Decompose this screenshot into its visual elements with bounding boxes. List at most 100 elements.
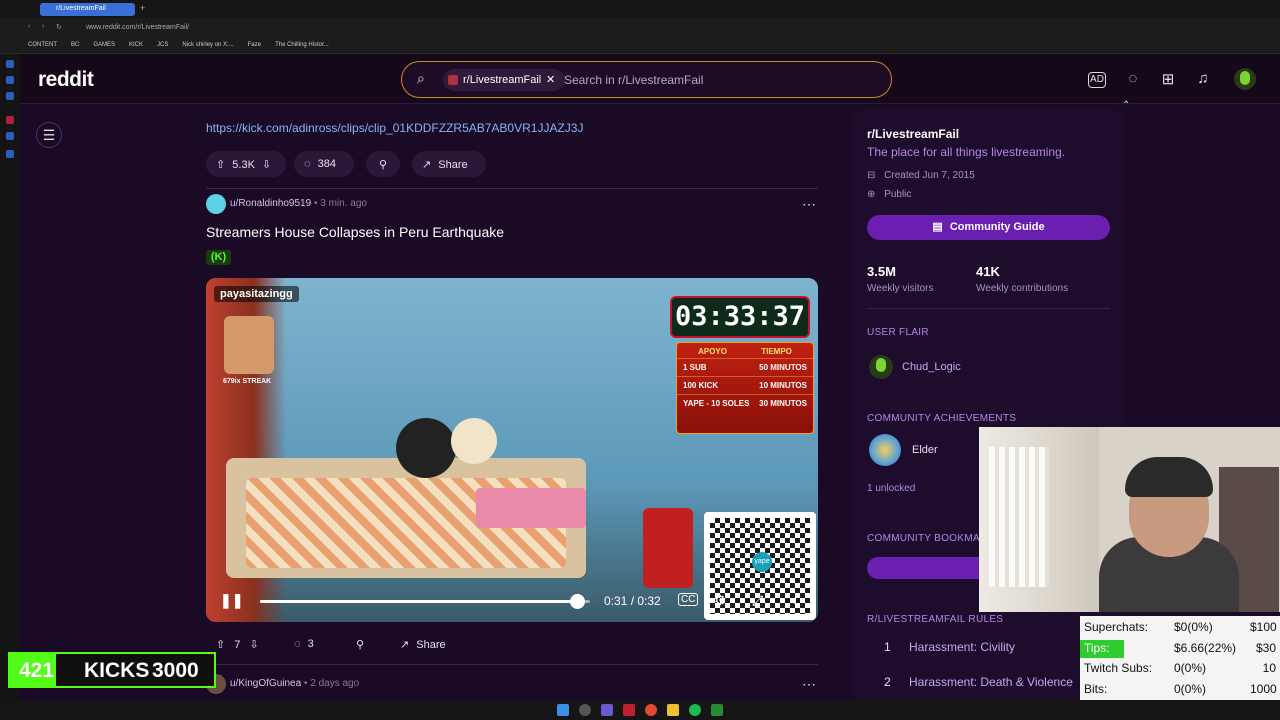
- bookmark-item[interactable]: Faze: [248, 42, 261, 48]
- reddit-logo[interactable]: reddit: [38, 68, 94, 92]
- seek-bar[interactable]: [260, 594, 590, 609]
- windows-start-icon[interactable]: [557, 704, 569, 716]
- search-input[interactable]: Search in r/LivestreamFail: [564, 73, 703, 87]
- achievements-heading: COMMUNITY ACHIEVEMENTS: [867, 413, 1017, 424]
- downvote-icon[interactable]: ⇩: [249, 639, 258, 651]
- avatar[interactable]: [1234, 68, 1256, 90]
- comments-button[interactable]: ◌ 3: [284, 631, 330, 657]
- close-icon[interactable]: ✕: [546, 73, 555, 86]
- goal-target: $100: [1250, 620, 1277, 634]
- stream-timer: 03:33:37: [670, 296, 810, 338]
- goal-target: 1000: [1250, 681, 1277, 696]
- author-name[interactable]: u/KingOfGuinea: [230, 678, 301, 689]
- menu-button[interactable]: ☰: [36, 122, 62, 148]
- new-tab-icon[interactable]: +: [140, 3, 145, 13]
- avatar[interactable]: [206, 194, 226, 214]
- url-field[interactable]: www.reddit.com/r/LivestreamFail/: [86, 24, 189, 31]
- browser-tab-active[interactable]: r/LivestreamFail: [40, 3, 135, 16]
- subreddit-icon: [448, 75, 458, 85]
- kicks-goal: 3000: [152, 659, 199, 682]
- teams-icon[interactable]: [601, 704, 613, 716]
- more-options-icon[interactable]: ⋯: [802, 676, 816, 693]
- fullscreen-icon[interactable]: ⤢: [752, 592, 763, 609]
- spotify-icon[interactable]: [689, 704, 701, 716]
- post-title[interactable]: Streamers House Collapses in Peru Earthq…: [206, 224, 504, 240]
- user-flair-name[interactable]: Chud_Logic: [902, 361, 961, 373]
- post2-action-bar: ⇧ 7 ⇩ ◌ 3 ⚲ ↗ Share: [206, 631, 606, 657]
- community-guide-button[interactable]: ▤ Community Guide: [867, 215, 1110, 240]
- back-icon[interactable]: ‹: [28, 23, 30, 30]
- divider: [206, 664, 818, 665]
- goal-label: Superchats:: [1084, 620, 1149, 634]
- upvote-icon[interactable]: ⇧: [216, 639, 225, 651]
- visibility-row: ⊕ Public: [867, 189, 911, 200]
- share-icon: ↗: [422, 159, 432, 171]
- goal-label: Tips:: [1084, 640, 1110, 655]
- visibility-label: Public: [884, 189, 912, 200]
- notifications-icon[interactable]: ♫: [1193, 70, 1213, 90]
- bookmark-item[interactable]: The Chilling Histor...: [275, 42, 329, 48]
- more-options-icon[interactable]: ⋯: [802, 196, 816, 213]
- divider: [867, 308, 1110, 309]
- reload-icon[interactable]: ↻: [56, 23, 62, 31]
- goal-value: $0(0%): [1174, 620, 1213, 634]
- share-button[interactable]: ↗ Share: [412, 151, 486, 177]
- rule-text: Harassment: Death & Violence: [909, 675, 1073, 689]
- award-button[interactable]: ⚲: [346, 631, 380, 657]
- contributions-value: 41K: [976, 264, 1000, 279]
- video-player[interactable]: payasitazingg 679ix STREAK 03:33:37 APOY…: [206, 278, 818, 622]
- share-button[interactable]: ↗ Share: [390, 631, 464, 657]
- post1-action-bar: ⇧ 5.3K ⇩ ◌ 384 ⚲ ↗ Share: [206, 151, 606, 177]
- award-button[interactable]: ⚲: [366, 151, 400, 177]
- flair-avatar: [869, 355, 893, 379]
- kicks-label: KICKS: [84, 659, 150, 682]
- bookmark-item[interactable]: Nick shirley on X:...: [182, 42, 233, 48]
- comments-button[interactable]: ◌ 384: [294, 151, 354, 177]
- support-table: APOYO TIEMPO 1 SUB 50 MINUTOS 100 KICK 10 MIN…: [676, 342, 814, 434]
- bookmark-item[interactable]: JCS: [157, 42, 168, 48]
- advertise-icon[interactable]: AD: [1088, 72, 1106, 88]
- chrome-icon[interactable]: [645, 704, 657, 716]
- bookmarks-bar: CONTENT BC GAMES KICK JCS Nick shirley on X:.…: [0, 38, 1280, 54]
- goal-row: Twitch Subs: 0(0%) 10: [1080, 659, 1280, 679]
- post-author[interactable]: u/Ronaldinho9519 • 3 min. ago: [230, 198, 367, 209]
- achievement-name: Elder: [912, 444, 938, 456]
- comment-icon: ◌: [294, 638, 301, 650]
- bookmark-item[interactable]: KICK: [129, 42, 143, 48]
- collapse-icon[interactable]: ⌃: [1122, 100, 1130, 111]
- create-post-icon[interactable]: ⊞: [1158, 70, 1178, 90]
- downvote-icon[interactable]: ⇩: [262, 159, 271, 171]
- unlocked-count[interactable]: 1 unlocked: [867, 483, 915, 494]
- captions-icon[interactable]: CC: [678, 593, 699, 606]
- support-time: 10 MINUTOS: [759, 381, 807, 390]
- bookmark-item[interactable]: BC: [71, 42, 79, 48]
- chat-icon[interactable]: ◌: [1123, 70, 1143, 90]
- pause-button[interactable]: ❚❚: [220, 592, 243, 608]
- rule-text: Harassment: Civility: [909, 640, 1016, 654]
- opera-icon[interactable]: [623, 704, 635, 716]
- bookmark-item[interactable]: CONTENT: [28, 42, 57, 48]
- forward-icon[interactable]: ›: [42, 23, 44, 30]
- settings-icon[interactable]: ⚙: [714, 592, 727, 609]
- volume-icon[interactable]: ◖: [790, 592, 798, 608]
- search-icon[interactable]: [579, 704, 591, 716]
- post-author[interactable]: u/KingOfGuinea • 2 days ago: [230, 678, 359, 689]
- browser-sidebar: [0, 54, 20, 700]
- bookmark-list: CONTENT BC GAMES KICK JCS Nick shirley on X:.…: [28, 42, 343, 48]
- xbox-icon[interactable]: [711, 704, 723, 716]
- divider: [206, 188, 818, 189]
- upvote-icon[interactable]: ⇧: [216, 159, 225, 171]
- kicks-count: 421: [19, 659, 55, 682]
- post-link[interactable]: https://kick.com/adinross/clips/clip_01K…: [206, 121, 583, 135]
- support-option: YAPE - 10 SOLES: [683, 399, 750, 408]
- author-name[interactable]: u/Ronaldinho9519: [230, 198, 311, 209]
- vote-count: 7: [234, 639, 241, 651]
- support-time: 50 MINUTOS: [759, 363, 807, 372]
- support-option: 100 KICK: [683, 381, 719, 390]
- bookmark-item[interactable]: GAMES: [93, 42, 115, 48]
- folder-icon[interactable]: [667, 704, 679, 716]
- search-icon: ⌕: [417, 70, 425, 86]
- seek-handle[interactable]: [569, 594, 585, 609]
- search-subreddit-chip[interactable]: r/LivestreamFail ✕: [443, 69, 565, 91]
- post-time: 2 days ago: [310, 678, 360, 689]
